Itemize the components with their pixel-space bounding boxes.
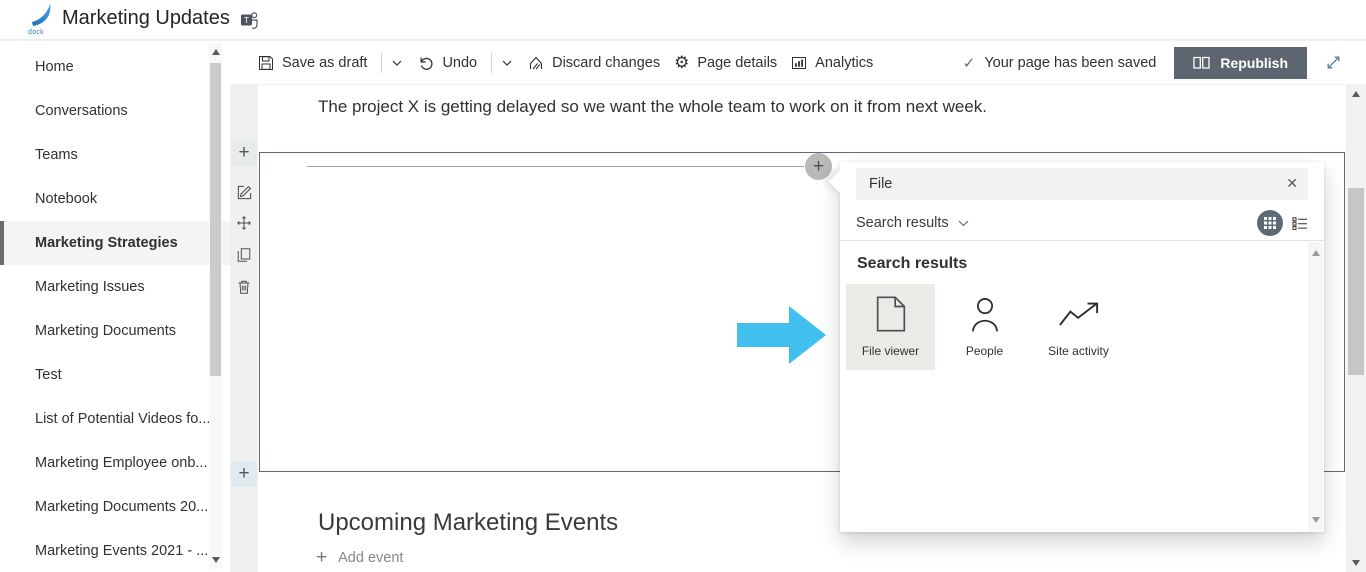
insert-line [307,166,804,167]
scroll-down-icon[interactable] [1351,560,1361,566]
sidebar-item-marketing-employee-onboarding[interactable]: Marketing Employee onb... [0,441,230,485]
edit-pencil-icon [237,185,251,199]
results-filter-dropdown[interactable]: Search results [856,215,969,231]
grid-view-toggle[interactable] [1257,210,1283,236]
webpart-tile-people[interactable]: People [940,284,1029,370]
webpart-tile-file-viewer[interactable]: File viewer [846,284,935,370]
clear-search-icon[interactable]: ✕ [1286,175,1298,192]
checkmark-icon: ✓ [962,54,976,72]
sidebar-item-list-of-potential-videos[interactable]: List of Potential Videos fo... [0,397,230,441]
analytics-button[interactable]: Analytics [791,55,873,71]
sidebar-item-test[interactable]: Test [0,353,230,397]
webpart-picker-panel: ✕ Search results Search results [828,162,1324,532]
pointer-arrow-annotation [737,304,828,366]
move-arrows-icon [237,216,251,230]
discard-changes-button[interactable]: Discard changes [528,55,660,71]
gear-icon: ⚙ [674,52,690,72]
scroll-up-icon[interactable] [211,49,220,55]
sidebar-item-marketing-issues[interactable]: Marketing Issues [0,265,230,309]
trash-icon [238,280,250,294]
save-icon [259,55,273,70]
left-navigation: Home Conversations Teams Notebook Market… [0,41,230,572]
add-webpart-button[interactable]: + [231,140,257,166]
list-icon [1292,216,1307,230]
copy-webpart-button[interactable] [231,242,257,268]
page-scrollbar[interactable] [1346,85,1366,572]
save-status: ✓ Your page has been saved [962,54,1157,72]
sidebar-item-conversations[interactable]: Conversations [0,89,230,133]
divider [840,240,1324,241]
edit-webpart-button[interactable] [231,179,257,205]
webpart-search-input[interactable] [856,168,1308,200]
scroll-up-icon[interactable] [1311,250,1320,256]
sidebar-item-notebook[interactable]: Notebook [0,177,230,221]
sidebar-item-teams[interactable]: Teams [0,133,230,177]
undo-icon [420,57,433,70]
sidebar-item-marketing-documents[interactable]: Marketing Documents [0,309,230,353]
page-details-button[interactable]: ⚙ Page details [674,52,777,72]
undo-options-chevron-down-icon[interactable] [502,60,512,66]
chevron-down-icon [958,220,969,226]
scroll-up-icon[interactable] [1351,91,1361,97]
logo-wordmark: dock [28,29,44,36]
republish-button[interactable]: Republish [1174,46,1307,79]
scroll-down-icon[interactable] [211,557,220,563]
grid-icon [1264,217,1276,229]
results-heading: Search results [857,255,968,272]
file-document-icon [876,284,906,344]
save-options-chevron-down-icon[interactable] [392,60,402,66]
add-event-button[interactable]: + Add event [316,547,403,569]
analytics-icon [792,56,807,69]
trending-up-icon [1058,284,1100,344]
divider [381,52,383,73]
top-header: dock Marketing Updates T [0,0,1366,40]
sidebar-scrollbar-thumb[interactable] [210,63,221,376]
app-root: dock Marketing Updates T Home Conversati… [0,0,1366,572]
page-title: Marketing Updates [62,7,230,29]
delete-webpart-button[interactable] [231,274,257,300]
panel-scrollbar[interactable] [1308,242,1323,531]
move-webpart-button[interactable] [231,210,257,236]
plus-icon: + [316,547,328,568]
sidebar-item-marketing-strategies[interactable]: Marketing Strategies [0,221,230,265]
fullscreen-expand-icon[interactable] [1325,54,1342,71]
dock-logo-icon[interactable]: dock [27,3,61,37]
scroll-down-icon[interactable] [1311,517,1320,523]
sidebar-scrollbar[interactable] [209,43,222,569]
webpart-tile-site-activity[interactable]: Site activity [1034,284,1123,370]
person-icon [969,284,1001,344]
sidebar-item-marketing-documents-20[interactable]: Marketing Documents 20... [0,485,230,529]
events-webpart-title[interactable]: Upcoming Marketing Events [318,509,618,537]
save-as-draft-button[interactable]: Save as draft [258,55,367,71]
copy-icon [237,248,251,262]
undo-button[interactable]: Undo [418,55,477,71]
command-bar: Save as draft Undo Discard changes ⚙ Pag… [230,41,1366,85]
divider [491,52,493,73]
page-scrollbar-thumb[interactable] [1348,188,1364,375]
insert-webpart-plus-button[interactable]: + [805,153,832,180]
sidebar-item-home[interactable]: Home [0,45,230,89]
discard-icon [530,56,543,69]
webpart-search-box: ✕ [856,168,1308,200]
list-view-toggle[interactable] [1292,216,1308,230]
svg-text:T: T [244,15,249,25]
add-section-button[interactable]: + [231,461,257,487]
page-paragraph[interactable]: The project X is getting delayed so we w… [318,97,987,117]
edit-rail: + + [230,85,258,572]
teams-icon[interactable]: T [239,10,259,30]
book-icon [1193,56,1210,69]
sidebar-item-marketing-events-2021[interactable]: Marketing Events 2021 - ... [0,529,230,572]
